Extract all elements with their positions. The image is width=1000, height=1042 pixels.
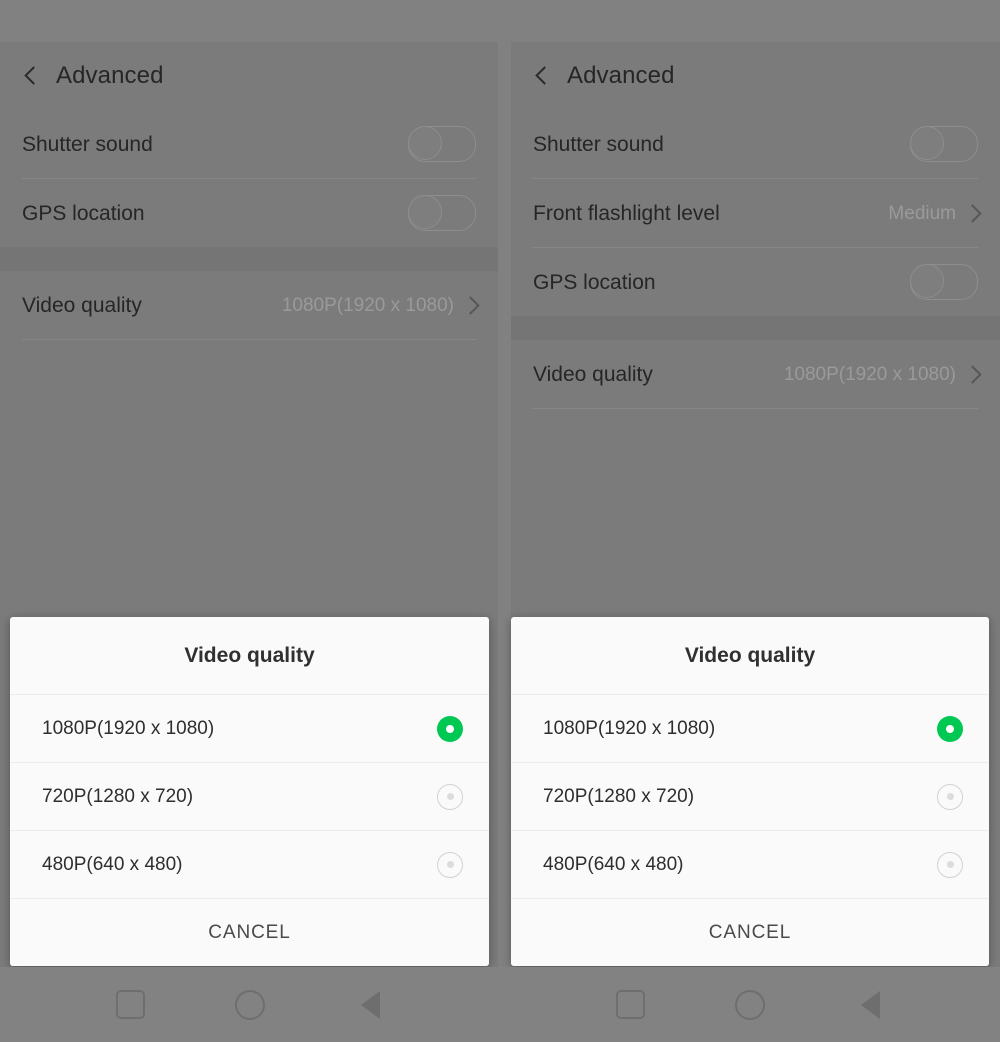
settings-row-label: GPS location (22, 201, 145, 225)
home-button[interactable] (227, 982, 273, 1028)
gps-location-toggle[interactable] (910, 264, 978, 300)
dialog-option-label: 480P(640 x 480) (42, 854, 183, 875)
dialog-option-1080p[interactable]: 1080P(1920 x 1080) (10, 695, 489, 762)
back-button[interactable] (844, 982, 893, 1028)
navbar-right (500, 967, 1000, 1042)
system-navigation-bar (0, 967, 1000, 1042)
gps-location-toggle[interactable] (408, 195, 476, 231)
back-button[interactable] (344, 982, 393, 1028)
dialog-option-1080p[interactable]: 1080P(1920 x 1080) (511, 695, 989, 762)
page-title: Advanced (567, 62, 675, 89)
status-strip (0, 0, 1000, 42)
dialog-option-720p[interactable]: 720P(1280 x 720) (10, 763, 489, 830)
radio-selected-icon[interactable] (937, 715, 963, 742)
actionbar-left: Advanced (0, 42, 498, 110)
cancel-button[interactable]: CANCEL (10, 899, 489, 966)
settings-row-shutter-sound[interactable]: Shutter sound (0, 110, 498, 178)
settings-list-left: Shutter sound GPS location Video quality… (0, 110, 498, 340)
settings-row-label: Shutter sound (533, 132, 664, 156)
dialog-title: Video quality (684, 643, 816, 667)
chevron-right-icon (464, 295, 476, 315)
dialog-option-720p[interactable]: 720P(1280 x 720) (511, 763, 989, 830)
toggle-knob (910, 264, 944, 298)
video-quality-dialog-right: Video quality 1080P(1920 x 1080) 720P(12… (511, 617, 989, 966)
home-button[interactable] (727, 982, 773, 1028)
row-divider (533, 408, 978, 409)
navbar-left (0, 967, 500, 1042)
settings-row-label: GPS location (533, 270, 656, 294)
row-divider (22, 339, 476, 340)
settings-row-video-quality[interactable]: Video quality 1080P(1920 x 1080) (0, 271, 498, 339)
dialog-option-label: 720P(1280 x 720) (543, 786, 695, 807)
dialog-option-label: 720P(1280 x 720) (42, 786, 194, 807)
section-gap (0, 247, 498, 271)
radio-unselected-icon[interactable] (937, 783, 963, 810)
screen: Advanced Shutter sound GPS location Vide… (0, 0, 1000, 1042)
settings-row-label: Video quality (533, 362, 653, 386)
dialog-option-label: 1080P(1920 x 1080) (543, 718, 716, 739)
dialog-option-480p[interactable]: 480P(640 x 480) (511, 831, 989, 898)
page-title: Advanced (56, 62, 164, 89)
radio-unselected-icon[interactable] (437, 783, 463, 810)
settings-row-label: Front flashlight level (533, 201, 720, 225)
section-gap (511, 316, 1000, 340)
radio-selected-icon[interactable] (437, 715, 463, 742)
home-circle-icon (235, 989, 265, 1020)
back-chevron-icon[interactable] (532, 66, 552, 86)
settings-row-front-flashlight-level[interactable]: Front flashlight level Medium (511, 179, 1000, 247)
chevron-right-icon (966, 364, 978, 384)
cancel-button[interactable]: CANCEL (511, 899, 989, 966)
actionbar-right: Advanced (511, 42, 1000, 110)
recents-button[interactable] (607, 982, 653, 1028)
recents-button[interactable] (107, 982, 153, 1028)
back-triangle-icon (344, 990, 380, 1019)
settings-row-video-quality[interactable]: Video quality 1080P(1920 x 1080) (511, 340, 1000, 408)
toggle-knob (910, 126, 944, 160)
back-triangle-icon (844, 990, 880, 1019)
chevron-right-icon (966, 203, 978, 223)
settings-row-label: Shutter sound (22, 132, 153, 156)
home-circle-icon (735, 989, 765, 1020)
radio-unselected-icon[interactable] (437, 851, 463, 878)
back-chevron-icon[interactable] (21, 66, 41, 86)
dialog-option-480p[interactable]: 480P(640 x 480) (10, 831, 489, 898)
cancel-button-label: CANCEL (708, 921, 792, 943)
recents-square-icon (615, 990, 645, 1019)
dialog-title: Video quality (184, 643, 315, 667)
settings-row-value: 1080P(1920 x 1080) (281, 294, 454, 316)
settings-row-value: 1080P(1920 x 1080) (783, 363, 956, 385)
toggle-knob (408, 195, 442, 229)
dialog-option-label: 480P(640 x 480) (543, 854, 684, 875)
settings-row-gps-location[interactable]: GPS location (511, 248, 1000, 316)
shutter-sound-toggle[interactable] (408, 126, 476, 162)
cancel-button-label: CANCEL (208, 921, 291, 943)
video-quality-dialog-left: Video quality 1080P(1920 x 1080) 720P(12… (10, 617, 489, 966)
settings-row-label: Video quality (22, 293, 142, 317)
settings-row-shutter-sound[interactable]: Shutter sound (511, 110, 1000, 178)
settings-row-value: Medium (888, 202, 956, 224)
settings-list-right: Shutter sound Front flashlight level Med… (511, 110, 1000, 409)
dialog-option-label: 1080P(1920 x 1080) (42, 718, 215, 739)
shutter-sound-toggle[interactable] (910, 126, 978, 162)
toggle-knob (408, 126, 442, 160)
radio-unselected-icon[interactable] (937, 851, 963, 878)
recents-square-icon (115, 990, 145, 1019)
settings-row-gps-location[interactable]: GPS location (0, 179, 498, 247)
